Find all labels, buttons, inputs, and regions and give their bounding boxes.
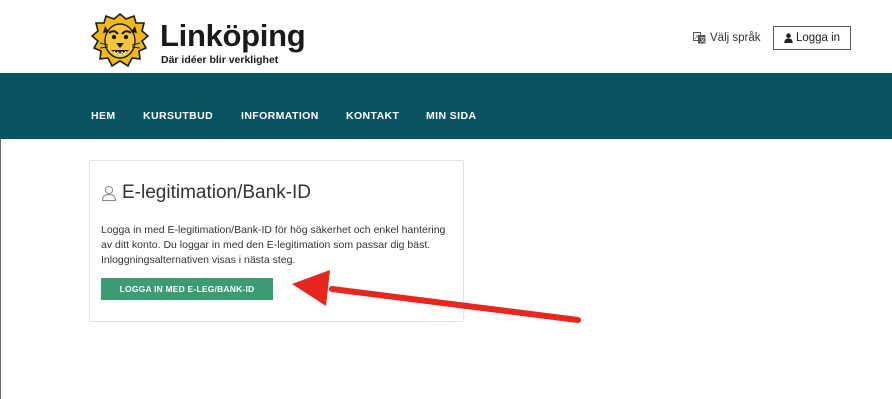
brand-slogan: Där idéer blir verklighet <box>161 54 279 66</box>
svg-text:文: 文 <box>700 36 706 44</box>
eleg-login-button[interactable]: LOGGA IN MED E-LEG/BANK-ID <box>101 278 273 300</box>
site-header: Linköping Där idéer blir verklighet A 文 … <box>0 0 892 73</box>
language-selector[interactable]: A 文 Välj språk <box>693 32 761 44</box>
login-button[interactable]: Logga in <box>773 26 851 50</box>
card-title: E-legitimation/Bank-ID <box>101 182 311 204</box>
user-icon <box>784 33 793 43</box>
nav-item-information[interactable]: INFORMATION <box>241 111 319 122</box>
card-title-text: E-legitimation/Bank-ID <box>122 182 312 203</box>
login-label: Logga in <box>795 32 841 44</box>
nav-item-min-sida[interactable]: MIN SIDA <box>426 111 476 122</box>
lion-logo-icon[interactable] <box>90 12 150 70</box>
brand-name[interactable]: Linköping <box>160 20 306 51</box>
nav-item-kontakt[interactable]: KONTAKT <box>346 111 399 122</box>
card-description: Logga in med E-legitimation/Bank-ID för … <box>101 224 446 266</box>
eleg-login-card: E-legitimation/Bank-ID Logga in med E-le… <box>89 160 464 322</box>
language-label: Välj språk <box>710 32 761 44</box>
nav-item-kursutbud[interactable]: KURSUTBUD <box>143 111 213 122</box>
main-nav: HEM KURSUTBUD INFORMATION KONTAKT MIN SI… <box>0 73 892 139</box>
svg-text:A: A <box>695 35 699 41</box>
translate-icon: A 文 <box>693 32 706 44</box>
user-outline-icon <box>101 185 117 201</box>
nav-item-hem[interactable]: HEM <box>91 111 116 122</box>
